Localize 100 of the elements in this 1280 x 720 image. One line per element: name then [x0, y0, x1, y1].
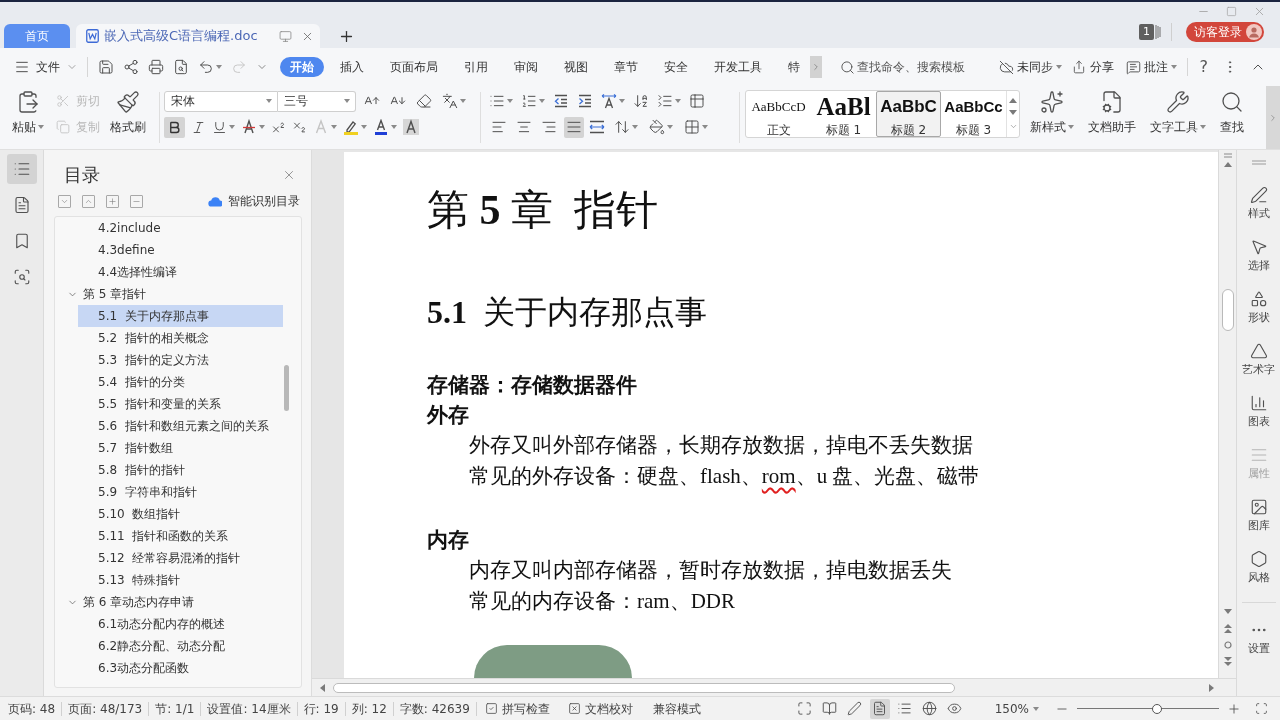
- printer-icon[interactable]: [147, 59, 164, 75]
- shaded-letter-icon[interactable]: [403, 119, 419, 135]
- toc-item[interactable]: 第 5 章指针: [65, 283, 283, 305]
- caret-icon[interactable]: [539, 99, 545, 103]
- zoom-dropdown[interactable]: 150%: [994, 699, 1039, 718]
- caret-icon[interactable]: [1055, 65, 1062, 69]
- menu-icon[interactable]: [14, 59, 30, 75]
- style-option[interactable]: AaBbC 标题 2: [876, 91, 941, 137]
- sidebar-button[interactable]: 图库: [1247, 498, 1270, 532]
- caret-icon[interactable]: [619, 99, 625, 103]
- ribbon-tool-button[interactable]: 查找: [1218, 90, 1246, 149]
- file-search-icon[interactable]: [172, 59, 189, 75]
- ribbon-tab[interactable]: 审阅: [503, 57, 548, 77]
- comment-icon[interactable]: [1125, 59, 1141, 75]
- toc-item[interactable]: 6.2静态分配、动态分配: [78, 635, 283, 657]
- format-painter-button[interactable]: 格式刷: [108, 90, 148, 149]
- bulleted-list-icon[interactable]: [489, 93, 505, 109]
- ribbon-tool-button[interactable]: 新样式: [1028, 90, 1076, 149]
- toc-item[interactable]: 5.8 指针的指针: [78, 459, 283, 481]
- caret-icon[interactable]: [460, 99, 466, 103]
- help-button[interactable]: ?: [1199, 58, 1208, 76]
- toc-item[interactable]: 5.12 经常容易混淆的指针: [78, 547, 283, 569]
- scan-corners-icon[interactable]: [1255, 702, 1268, 715]
- style-option[interactable]: AaBl 标题 1: [811, 91, 876, 137]
- ribbon-tab[interactable]: 章节: [603, 57, 648, 77]
- toc-item[interactable]: 5.3 指针的定义方法: [78, 349, 283, 371]
- sidebar-button[interactable]: 图表: [1247, 394, 1270, 428]
- scroll-up-icon[interactable]: [1009, 97, 1017, 103]
- caret-icon[interactable]: [1068, 125, 1074, 129]
- caret-icon[interactable]: [1033, 706, 1039, 711]
- caret-icon[interactable]: [632, 125, 638, 129]
- slider-thumb[interactable]: [1151, 703, 1162, 714]
- table-icon[interactable]: [689, 93, 705, 109]
- toc-item[interactable]: 5.2 指针的相关概念: [78, 327, 283, 349]
- share-button[interactable]: 分享: [1071, 58, 1114, 76]
- hexagon-icon[interactable]: [1249, 550, 1268, 568]
- decrease-indent-icon[interactable]: [553, 93, 569, 109]
- eraser-icon[interactable]: [416, 93, 432, 109]
- caret-icon[interactable]: [667, 125, 673, 129]
- caret-icon[interactable]: [331, 125, 337, 129]
- split-handle-icon[interactable]: [1223, 153, 1232, 158]
- file-menu[interactable]: 文件: [36, 56, 78, 78]
- italic-icon[interactable]: [191, 119, 206, 135]
- bar-chart-icon[interactable]: [1249, 394, 1268, 412]
- sidebar-button[interactable]: 设置: [1247, 621, 1270, 655]
- toc-item[interactable]: 6.1动态分配内存的概述: [78, 613, 283, 635]
- scrollbar-thumb[interactable]: [284, 365, 289, 411]
- scroll-left-icon[interactable]: [320, 683, 325, 692]
- search-field[interactable]: 查找命令、搜索模板: [856, 58, 969, 76]
- ribbon-tab[interactable]: 特: [777, 57, 810, 77]
- shapes-icon[interactable]: [1249, 290, 1268, 308]
- close-icon[interactable]: [282, 168, 296, 182]
- share-nodes-icon[interactable]: [122, 59, 139, 75]
- sidebar-button[interactable]: 形状: [1247, 290, 1270, 324]
- letter-spacing-icon[interactable]: [601, 93, 617, 109]
- ribbon-tool-button[interactable]: 文档助手: [1086, 90, 1138, 149]
- triangle-icon[interactable]: [1249, 342, 1268, 360]
- browse-object-icon[interactable]: [1223, 641, 1232, 649]
- cloud-off-icon[interactable]: [998, 59, 1014, 75]
- caret-icon[interactable]: [702, 125, 708, 129]
- style-option[interactable]: AaBbCcD 正文: [746, 91, 811, 137]
- toc-item[interactable]: 5.6 指针和数组元素之间的关系: [78, 415, 283, 437]
- font-size-field[interactable]: 三号: [278, 90, 356, 112]
- style-option[interactable]: AaBbCc 标题 3: [941, 91, 1006, 137]
- document-lines-icon[interactable]: [12, 196, 31, 214]
- caret-icon[interactable]: [507, 99, 513, 103]
- paint-bucket-icon[interactable]: [649, 119, 665, 135]
- strikethrough-icon[interactable]: [241, 119, 257, 135]
- numbered-list-icon[interactable]: [521, 93, 537, 109]
- share-icon[interactable]: [1071, 60, 1086, 74]
- caret-icon[interactable]: [361, 125, 367, 129]
- ribbon-tab[interactable]: 开发工具: [703, 57, 772, 77]
- caret-icon[interactable]: [344, 99, 350, 103]
- crossed-box-icon[interactable]: [567, 702, 581, 715]
- caret-icon[interactable]: [38, 125, 44, 129]
- sidebar-button[interactable]: 样式: [1247, 186, 1270, 220]
- caret-icon[interactable]: [266, 99, 272, 103]
- monitor-icon[interactable]: [279, 29, 292, 43]
- toc-item[interactable]: 第 6 章动态内存申请: [65, 591, 283, 613]
- smart-toc-button[interactable]: 智能识别目录: [208, 192, 300, 210]
- scroll-right-icon[interactable]: [1209, 683, 1214, 692]
- comments-button[interactable]: 批注: [1125, 58, 1177, 76]
- caret-icon[interactable]: [259, 125, 265, 129]
- toc-item[interactable]: 5.11 指针和函数的关系: [78, 525, 283, 547]
- toc-item[interactable]: 5.13 特殊指针: [78, 569, 283, 591]
- sparkle-icon[interactable]: [1040, 90, 1064, 114]
- increase-indent-icon[interactable]: [577, 93, 593, 109]
- superscript-icon[interactable]: [271, 119, 286, 135]
- caret-icon[interactable]: [1200, 125, 1206, 129]
- search-icon[interactable]: [839, 59, 855, 75]
- list-icon[interactable]: [12, 160, 31, 178]
- list-collapse-icon[interactable]: [657, 93, 673, 109]
- scroll-down-icon[interactable]: [1223, 609, 1232, 614]
- image-icon[interactable]: [1249, 498, 1268, 516]
- caret-icon[interactable]: [675, 99, 681, 103]
- scroll-down-icon[interactable]: [1009, 109, 1017, 115]
- caret-icon[interactable]: [215, 65, 222, 69]
- scrollbar-thumb[interactable]: [333, 682, 955, 693]
- scroll-up-icon[interactable]: [1223, 162, 1232, 167]
- border-grid-icon[interactable]: [684, 119, 700, 135]
